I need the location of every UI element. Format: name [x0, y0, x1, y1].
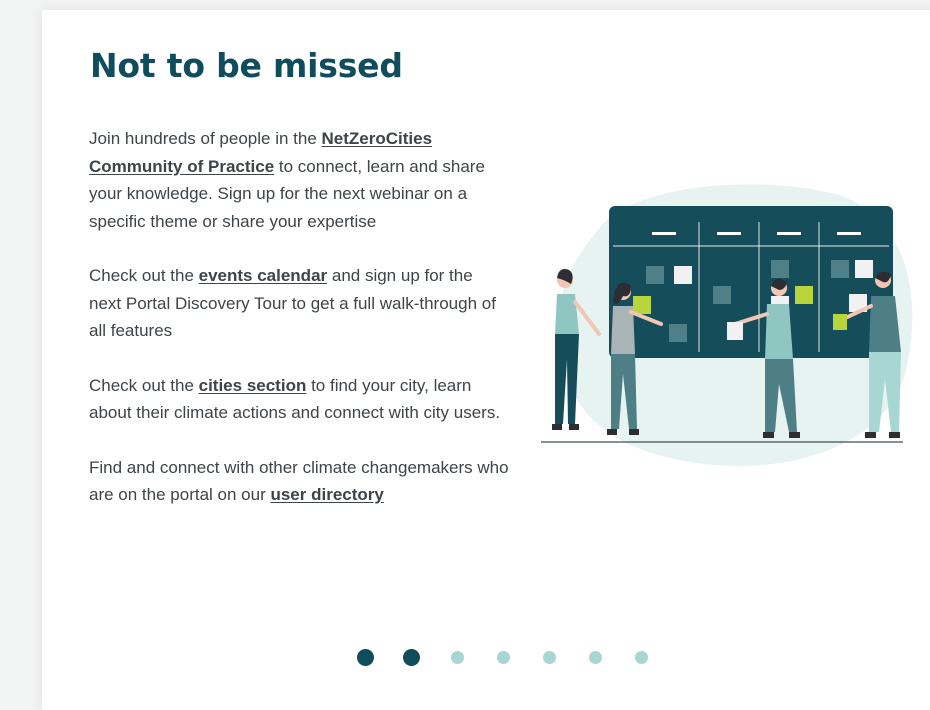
- paragraph-community: Join hundreds of people in the NetZeroCi…: [89, 125, 509, 235]
- paragraph-cities: Check out the cities section to find you…: [89, 372, 509, 427]
- cities-section-link[interactable]: cities section: [199, 376, 307, 395]
- paragraph-text: Check out the: [89, 375, 199, 395]
- paragraph-directory: Find and connect with other climate chan…: [89, 454, 509, 509]
- not-to-be-missed-card: Not to be missed Join hundreds of people…: [42, 10, 930, 710]
- carousel-dot-indicator: [356, 648, 374, 666]
- events-calendar-link[interactable]: events calendar: [199, 266, 328, 285]
- paragraph-text: Join hundreds of people in the: [89, 129, 322, 148]
- carousel-dot-1[interactable]: [342, 647, 388, 667]
- carousel-dot-indicator: [634, 650, 648, 664]
- paragraph-text: Check out the: [89, 266, 199, 285]
- carousel-dot-indicator: [542, 650, 556, 664]
- paragraph-events: Check out the events calendar and sign u…: [89, 262, 509, 345]
- section-title: Not to be missed: [90, 46, 403, 85]
- carousel-dot-5[interactable]: [526, 647, 572, 667]
- user-directory-link[interactable]: user directory: [270, 485, 383, 504]
- carousel-dot-indicator: [402, 648, 420, 666]
- carousel-pagination: [342, 647, 664, 667]
- carousel-dot-4[interactable]: [480, 647, 526, 667]
- content-text: Join hundreds of people in the NetZeroCi…: [89, 125, 509, 536]
- carousel-dot-7[interactable]: [618, 647, 664, 667]
- carousel-dot-indicator: [450, 650, 464, 664]
- carousel-dot-3[interactable]: [434, 647, 480, 667]
- carousel-dot-indicator: [588, 650, 602, 664]
- carousel-dot-indicator: [496, 650, 510, 664]
- carousel-dot-6[interactable]: [572, 647, 618, 667]
- carousel-dot-2[interactable]: [388, 647, 434, 667]
- team-planning-board-illustration: [541, 184, 913, 466]
